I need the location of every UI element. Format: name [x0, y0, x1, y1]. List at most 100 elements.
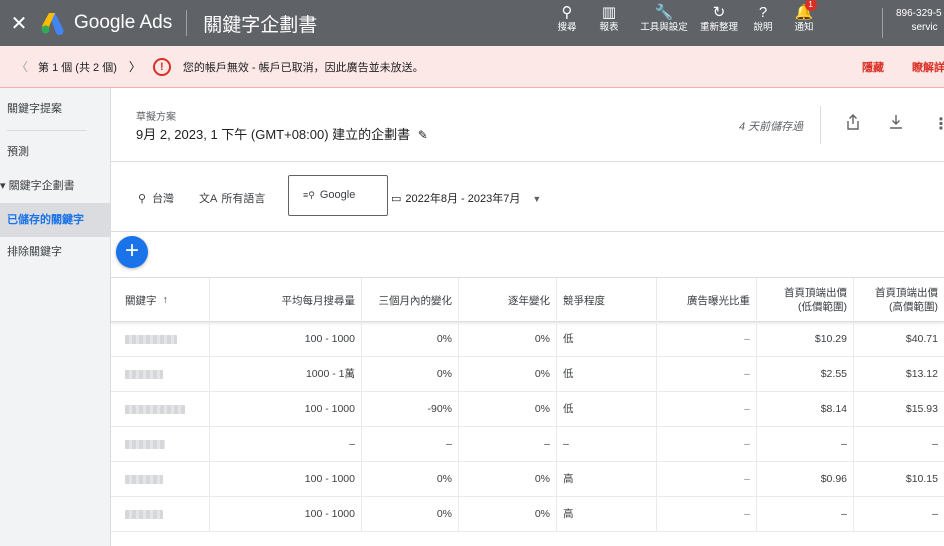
date-range-filter[interactable]: ▭ 2022年8月 - 2023年7月 ▼ [391, 190, 541, 206]
col-competition[interactable]: 競爭程度 [556, 278, 656, 322]
toolbar-reports-button[interactable]: ▥ 報表 [586, 0, 632, 46]
redacted-keyword [125, 474, 163, 484]
more-vert-icon[interactable]: ⋮ [933, 114, 944, 134]
cell-competition: – [556, 427, 656, 461]
plan-name: 9月 2, 2023, 1 下午 (GMT+08:00) 建立的企劃書 ✎ [136, 124, 428, 143]
table-header: 關鍵字 ↑ 平均每月搜尋量 三個月內的變化 逐年變化 競爭程度 廣告曝光比重 首… [111, 277, 944, 322]
chevron-left-icon[interactable]: 〈 [16, 58, 28, 75]
cell-impr-share: – [656, 357, 756, 391]
sidebar-item-forecast[interactable]: 預測 [0, 135, 111, 169]
sidebar-item-saved-keywords[interactable]: 已儲存的關鍵字 [0, 203, 111, 237]
cell-monthly: 100 - 1000 [209, 322, 361, 356]
sidebar: 關鍵字提案 預測 ▾ 關鍵字企劃書 已儲存的關鍵字 排除關鍵字 [0, 88, 111, 546]
location-pin-icon: ⚲ [138, 193, 147, 205]
hide-alert-button[interactable]: 隱藏 [862, 59, 884, 75]
cell-bid-high: – [853, 427, 944, 461]
cell-yoy: 0% [458, 462, 556, 496]
location-value: 台灣 [152, 193, 175, 205]
col-bid-low[interactable]: 首頁頂端出價 (低價範圍) [756, 278, 853, 322]
toolbar-refresh-label: 重新整理 [700, 22, 739, 33]
col-monthly-searches[interactable]: 平均每月搜尋量 [209, 278, 361, 322]
toolbar-search-button[interactable]: ⚲ 搜尋 [548, 0, 586, 46]
col-three-month-change[interactable]: 三個月內的變化 [361, 278, 458, 322]
close-icon[interactable]: ✕ [0, 11, 38, 36]
cell-impr-share: – [656, 322, 756, 356]
cell-bid-high: $10.15 [853, 462, 944, 496]
redacted-keyword [125, 404, 185, 414]
col-monthly-label: 平均每月搜尋量 [281, 294, 356, 307]
cell-three-month: 0% [361, 462, 458, 496]
col-keyword-label: 關鍵字 [125, 294, 157, 307]
share-icon[interactable] [846, 114, 860, 134]
table-row[interactable]: 100 - 1000 0% 0% 低 – $10.29 $40.71 [111, 322, 944, 357]
col-bid-high[interactable]: 首頁頂端出價 (高價範圍) [853, 278, 944, 322]
saved-status: 4 天前儲存過 [739, 121, 804, 133]
cell-monthly: 100 - 1000 [209, 497, 361, 531]
keyword-cell-redacted [111, 357, 209, 391]
sidebar-item-negative-keywords[interactable]: 排除關鍵字 [0, 235, 111, 269]
toolbar-tools-button[interactable]: 🔧 工具與設定 [632, 0, 696, 46]
col-competition-label: 競爭程度 [563, 294, 605, 307]
account-info[interactable]: 896-329-5 servic [896, 7, 942, 35]
account-alert-bar: 〈 第 1 個 (共 2 個) 〉 ! 您的帳戶無效 - 帳戶已取消，因此廣告並… [0, 46, 944, 88]
wrench-icon: 🔧 [654, 4, 674, 21]
chevron-right-icon[interactable]: 〉 [129, 58, 141, 75]
cell-competition: 低 [556, 357, 656, 391]
toolbar-refresh-button[interactable]: ↻ 重新整理 [696, 0, 742, 46]
cell-competition: 低 [556, 322, 656, 356]
search-network-icon: ≡⚲ [303, 190, 315, 200]
cell-bid-low: $2.55 [756, 357, 853, 391]
cell-competition: 高 [556, 497, 656, 531]
cell-three-month: 0% [361, 322, 458, 356]
toolbar-reports-label: 報表 [599, 22, 619, 33]
table-row[interactable]: 100 - 1000 -90% 0% 低 – $8.14 $15.93 [111, 392, 944, 427]
edit-pencil-icon[interactable]: ✎ [418, 128, 428, 142]
table-row[interactable]: 100 - 1000 0% 0% 高 – – – [111, 497, 944, 532]
toolbar-notifications-button[interactable]: 🔔 1 通知 [784, 0, 824, 46]
account-divider [882, 8, 883, 38]
keyword-cell-redacted [111, 462, 209, 496]
plan-status: 草擬方案 [136, 112, 176, 123]
learn-more-link[interactable]: 瞭解詳 [912, 59, 944, 75]
filter-bar: ⚲ 台灣 文A 所有語言 ≡⚲ Google ▭ 2022年8月 - 2023年7月 ▼ [111, 162, 944, 232]
keyword-cell-redacted [111, 427, 209, 461]
toolbar-help-button[interactable]: ? 說明 [742, 0, 784, 46]
network-filter[interactable]: ≡⚲ Google [288, 175, 388, 216]
col-bid-high-sub: (高價範圍) [889, 301, 938, 313]
language-filter[interactable]: 文A 所有語言 [199, 190, 265, 206]
add-keywords-button[interactable]: + [116, 236, 148, 268]
sidebar-item-keyword-plan[interactable]: ▾ 關鍵字企劃書 [0, 169, 111, 203]
col-impression-share-label: 廣告曝光比重 [687, 294, 750, 307]
cell-yoy: – [458, 427, 556, 461]
sidebar-item-keyword-ideas[interactable]: 關鍵字提案 [0, 92, 111, 126]
alert-pager: 第 1 個 (共 2 個) [38, 61, 117, 74]
table-row[interactable]: – – – – – – – [111, 427, 944, 462]
translate-icon: 文A [199, 193, 218, 205]
sidebar-divider [7, 130, 87, 131]
col-yoy-change[interactable]: 逐年變化 [458, 278, 556, 322]
table-body: 100 - 1000 0% 0% 低 – $10.29 $40.71 1000 - 1萬 0% 0… [111, 322, 944, 532]
keyword-cell-redacted [111, 497, 209, 531]
redacted-keyword [125, 509, 163, 519]
network-value: Google [319, 189, 356, 201]
table-row[interactable]: 1000 - 1萬 0% 0% 低 – $2.55 $13.12 [111, 357, 944, 392]
cell-bid-low: $10.29 [756, 322, 853, 356]
help-icon: ? [758, 4, 768, 21]
download-icon[interactable] [889, 114, 903, 134]
location-filter[interactable]: ⚲ 台灣 [138, 190, 174, 206]
cell-impr-share: – [656, 497, 756, 531]
account-id: 896-329-5 [896, 8, 942, 19]
cell-monthly: 1000 - 1萬 [209, 357, 361, 391]
brand-name: Google Ads [74, 12, 173, 33]
table-row[interactable]: 100 - 1000 0% 0% 高 – $0.96 $10.15 [111, 462, 944, 497]
toolbar-help-label: 說明 [753, 22, 773, 33]
account-sub: servic [911, 22, 938, 33]
col-three-month-label: 三個月內的變化 [378, 294, 453, 307]
col-impression-share[interactable]: 廣告曝光比重 [656, 278, 756, 322]
plan-header: 草擬方案 9月 2, 2023, 1 下午 (GMT+08:00) 建立的企劃書… [111, 88, 944, 162]
col-keyword[interactable]: 關鍵字 ↑ [111, 278, 209, 322]
cell-impr-share: – [656, 462, 756, 496]
search-icon: ⚲ [561, 4, 573, 21]
col-bid-high-label: 首頁頂端出價 [875, 287, 938, 299]
cell-bid-high: – [853, 497, 944, 531]
